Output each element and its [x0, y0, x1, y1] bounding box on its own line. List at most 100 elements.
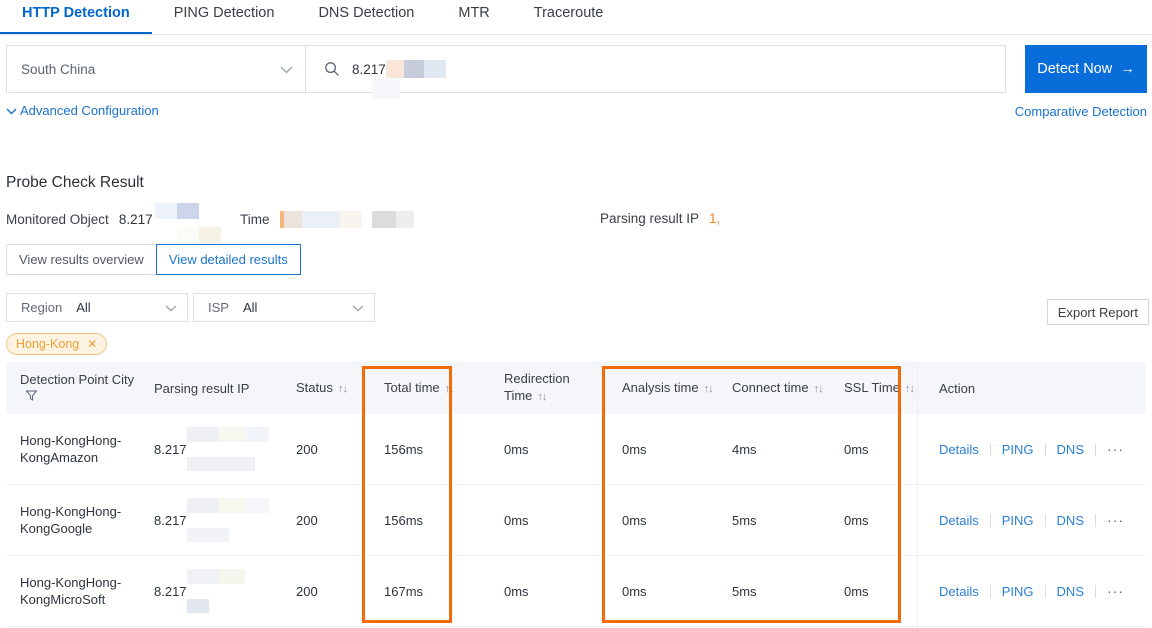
isp-filter-select[interactable]: ISP All	[193, 293, 375, 322]
page-title: Probe Check Result	[6, 174, 144, 191]
query-row: South China 8.217	[0, 45, 1152, 99]
time-field: Time	[240, 211, 414, 228]
cell-analysis-time: 0ms	[622, 583, 647, 599]
region-filter-select[interactable]: Region All	[6, 293, 188, 322]
cell-ip-value: 8.217	[154, 441, 187, 457]
sort-icon[interactable]: ↑↓	[814, 383, 824, 395]
close-icon[interactable]: ✕	[87, 337, 97, 351]
column-header-connect-time[interactable]: Connect time ↑↓	[718, 379, 830, 398]
action-details-link[interactable]: Details	[939, 512, 990, 529]
redacted-block	[186, 528, 229, 542]
cell-action: Details PING DNS ···	[925, 441, 1146, 458]
parsing-result-ip-field: Parsing result IP 1,	[600, 211, 720, 226]
cell-ip-value: 8.217	[154, 512, 187, 528]
tab-mtr[interactable]: MTR	[436, 0, 511, 34]
export-report-button[interactable]: Export Report	[1046, 299, 1149, 325]
redacted-block	[176, 227, 199, 243]
column-header-ip-label: Parsing result IP	[154, 380, 250, 396]
action-ping-link[interactable]: PING	[991, 441, 1045, 458]
column-header-connect-time-label: Connect time	[732, 379, 809, 395]
chevron-down-icon	[332, 301, 364, 315]
action-details-link[interactable]: Details	[939, 583, 990, 600]
column-header-redirection-time[interactable]: Redirection Time ↑↓	[490, 370, 608, 406]
column-header-ssl-time-label: SSL Time	[844, 379, 900, 395]
redacted-block	[154, 203, 177, 219]
column-header-analysis-time[interactable]: Analysis time ↑↓	[608, 379, 718, 398]
action-dns-link[interactable]: DNS	[1046, 441, 1095, 458]
cell-status: 200	[296, 441, 318, 457]
action-dns-link[interactable]: DNS	[1046, 512, 1095, 529]
action-details-link[interactable]: Details	[939, 441, 990, 458]
filter-tag-hong-kong[interactable]: Hong-Kong ✕	[6, 333, 108, 355]
view-results-overview-button[interactable]: View results overview	[6, 244, 157, 275]
filter-icon[interactable]	[25, 389, 38, 404]
redacted-block	[218, 498, 245, 513]
redacted-group	[186, 569, 257, 613]
tab-traceroute[interactable]: Traceroute	[512, 0, 626, 34]
filter-tag-label: Hong-Kong	[16, 337, 80, 351]
table-row: Hong-KongHong-KongMicroSoft 8.217 200 16…	[6, 556, 1146, 627]
tab-dns-detection[interactable]: DNS Detection	[296, 0, 436, 34]
more-actions-icon[interactable]: ···	[1096, 512, 1135, 529]
column-header-status[interactable]: Status ↑↓	[282, 379, 370, 398]
view-detailed-results-button[interactable]: View detailed results	[155, 244, 301, 275]
detect-now-button[interactable]: Detect Now →	[1025, 45, 1147, 93]
cell-total-time: 156ms	[384, 512, 424, 528]
view-toggle-group: View results overview View detailed resu…	[6, 244, 301, 275]
tab-label: HTTP Detection	[22, 5, 130, 21]
cell-city: Hong-KongHong-KongGoogle	[20, 504, 122, 536]
tab-label: Traceroute	[533, 5, 604, 21]
cell-redirection-time: 0ms	[504, 583, 529, 599]
redacted-block	[244, 427, 269, 442]
sort-icon[interactable]: ↑↓	[905, 383, 915, 395]
table-header-row: Detection Point City Parsing result IP S…	[6, 362, 1146, 414]
comparative-detection-link[interactable]: Comparative Detection	[1015, 104, 1147, 119]
sort-icon[interactable]: ↑↓	[704, 383, 714, 395]
detect-now-label: Detect Now	[1037, 61, 1113, 77]
sort-icon[interactable]: ↑↓	[445, 383, 455, 395]
region-select[interactable]: South China	[6, 45, 306, 93]
table-row: Hong-KongHong-KongAmazon 8.217 200 156ms…	[6, 414, 1146, 485]
action-ping-link[interactable]: PING	[991, 583, 1045, 600]
action-dns-link[interactable]: DNS	[1046, 583, 1095, 600]
tab-http-detection[interactable]: HTTP Detection	[0, 0, 152, 34]
tab-ping-detection[interactable]: PING Detection	[152, 0, 297, 34]
column-header-total-time[interactable]: Total time ↑↓	[370, 379, 490, 398]
search-input[interactable]: 8.217	[306, 45, 1006, 99]
view-detailed-results-label: View detailed results	[168, 252, 288, 267]
column-header-ssl-time[interactable]: SSL Time ↑↓	[830, 379, 925, 398]
redacted-block	[301, 211, 340, 228]
action-ping-link[interactable]: PING	[991, 512, 1045, 529]
redacted-block	[339, 211, 362, 228]
more-actions-icon[interactable]: ···	[1096, 441, 1135, 458]
divider	[917, 362, 918, 628]
parsing-result-ip-label: Parsing result IP	[600, 211, 700, 226]
redacted-group	[186, 498, 269, 542]
column-header-city[interactable]: Detection Point City	[6, 371, 140, 405]
redacted-group	[186, 427, 269, 471]
cell-ip: 8.217	[140, 569, 282, 613]
redacted-block	[361, 211, 372, 228]
sort-icon[interactable]: ↑↓	[338, 383, 348, 395]
redacted-block	[218, 427, 245, 442]
advanced-configuration-toggle[interactable]: Advanced Configuration	[6, 103, 159, 118]
column-header-city-label: Detection Point City	[20, 372, 135, 387]
redacted-block	[403, 60, 424, 78]
time-label: Time	[240, 212, 270, 227]
tab-label: DNS Detection	[318, 5, 415, 21]
redacted-block	[218, 569, 245, 584]
redacted-block	[186, 569, 219, 584]
row-actions: Details PING DNS ···	[939, 583, 1146, 600]
region-filter-label: Region	[21, 300, 63, 315]
chevron-down-icon	[6, 103, 17, 118]
search-value-group: 8.217	[352, 60, 446, 99]
column-header-status-label: Status	[296, 379, 333, 395]
parsing-result-ip-value: 1,	[709, 211, 721, 226]
redacted-block	[186, 427, 219, 442]
cell-ip: 8.217	[140, 427, 282, 471]
monitored-object-label: Monitored Object	[6, 211, 109, 227]
cell-status: 200	[296, 512, 318, 528]
sort-icon[interactable]: ↑↓	[537, 391, 547, 403]
isp-filter-label: ISP	[208, 300, 229, 315]
more-actions-icon[interactable]: ···	[1096, 583, 1135, 600]
